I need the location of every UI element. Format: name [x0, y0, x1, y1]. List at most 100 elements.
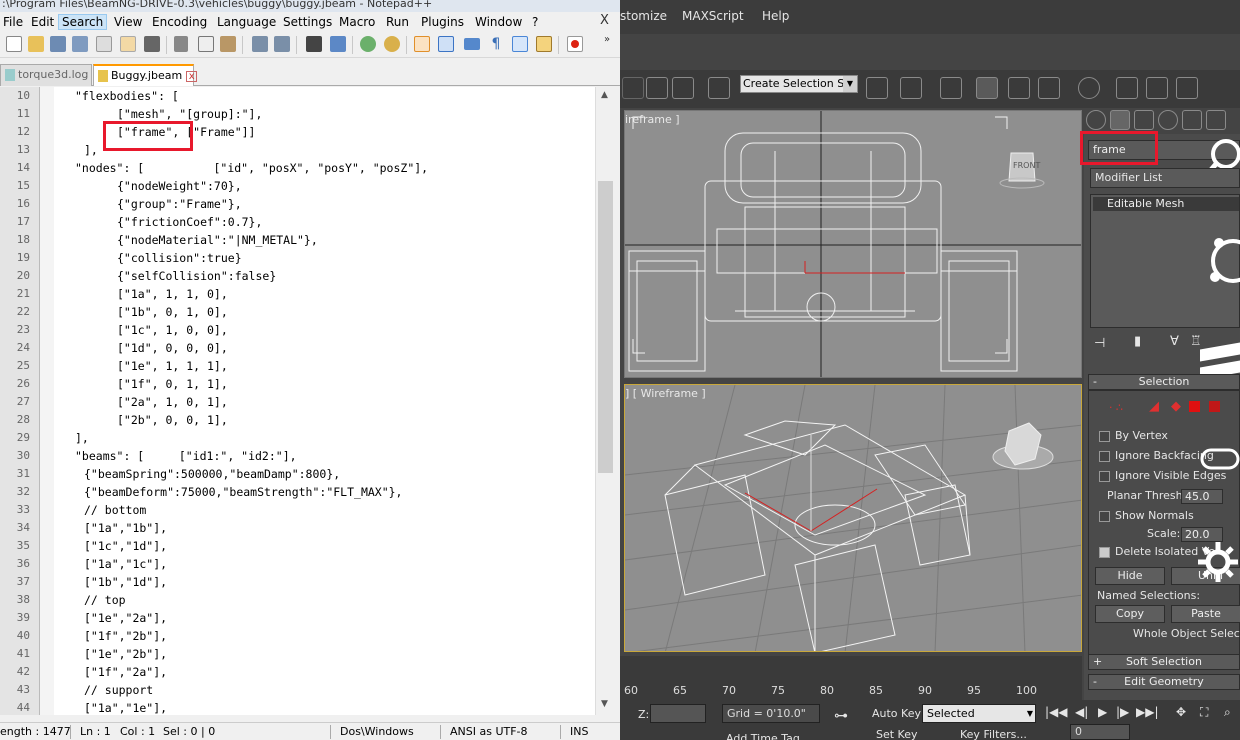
schematic-view-icon[interactable] [1038, 77, 1060, 99]
code-text[interactable]: "flexbodies": [ [75, 87, 179, 105]
pin-stack-icon[interactable]: ⊣ [1094, 336, 1105, 351]
go-to-end-icon[interactable]: ▶▶| [1136, 705, 1159, 719]
word-wrap-icon[interactable] [464, 38, 480, 50]
element-mode-icon[interactable] [1189, 401, 1200, 412]
code-line[interactable]: 33 // bottom [0, 501, 595, 519]
menu-help[interactable]: ? [529, 14, 541, 30]
scrollbar-thumb[interactable] [598, 181, 613, 473]
code-line[interactable]: 28 ["2b", 0, 0, 1], [0, 411, 595, 429]
code-text[interactable]: {"nodeMaterial":"|NM_METAL"}, [117, 231, 318, 249]
menu-view[interactable]: View [111, 14, 145, 30]
code-line[interactable]: 35 ["1c","1d"], [0, 537, 595, 555]
face-mode-icon[interactable]: ◢ [1149, 399, 1159, 414]
code-text[interactable]: ], [75, 429, 89, 447]
code-text[interactable]: ["1d", 0, 0, 0], [117, 339, 228, 357]
code-line[interactable]: 12 ["frame", ["Frame"]] [0, 123, 595, 141]
viewport-front[interactable]: ireframe ] FRONT [624, 110, 1082, 378]
toolbar-overflow-icon[interactable]: » [604, 34, 610, 45]
z-coord-field[interactable] [650, 704, 706, 723]
vertex-mode-icon[interactable]: · ∴ [1109, 401, 1123, 414]
menu-encoding[interactable]: Encoding [149, 14, 210, 30]
set-key-button[interactable]: Set Key [876, 728, 918, 740]
remove-modifier-icon[interactable]: ♖ [1190, 334, 1202, 349]
code-line[interactable]: 31 {"beamSpring":500000,"beamDamp":800}, [0, 465, 595, 483]
spinner-snap-icon[interactable] [672, 77, 694, 99]
menu-help[interactable]: Help [762, 9, 789, 23]
mesh-mode-icon[interactable] [1209, 401, 1220, 412]
code-line[interactable]: 38 // top [0, 591, 595, 609]
code-text[interactable]: ["1e","2b"], [84, 645, 167, 663]
edit-named-selection-icon[interactable] [708, 77, 730, 99]
code-line[interactable]: 37 ["1b","1d"], [0, 573, 595, 591]
code-text[interactable]: {"beamDeform":75000,"beamStrength":"FLT_… [84, 483, 403, 501]
hierarchy-tab-icon[interactable] [1134, 110, 1154, 130]
open-folder-icon[interactable] [28, 36, 44, 52]
key-filters-button[interactable]: Key Filters... [960, 728, 1027, 740]
code-line[interactable]: 11 ["mesh", "[group]:"], [0, 105, 595, 123]
indent-guide-icon[interactable] [512, 36, 528, 52]
code-line[interactable]: 32 {"beamDeform":75000,"beamStrength":"FL… [0, 483, 595, 501]
code-text[interactable]: ["mesh", "[group]:"], [117, 105, 262, 123]
code-line[interactable]: 41 ["1e","2b"], [0, 645, 595, 663]
menu-plugins[interactable]: Plugins [418, 14, 467, 30]
code-text[interactable]: // bottom [84, 501, 146, 519]
code-text[interactable]: ["1c", 1, 0, 0], [117, 321, 228, 339]
play-icon[interactable]: ▶ [1098, 705, 1107, 719]
undo-icon[interactable] [252, 36, 268, 52]
close-file-icon[interactable] [96, 36, 112, 52]
next-frame-icon[interactable]: |▶ [1116, 705, 1129, 719]
code-line[interactable]: 10 "flexbodies": [ [0, 87, 595, 105]
code-editor[interactable]: 10 "flexbodies": [11 ["mesh", "[group]:"],… [0, 87, 615, 715]
code-line[interactable]: 36 ["1a","1c"], [0, 555, 595, 573]
code-line[interactable]: 44 ["1a","1e"], [0, 699, 595, 715]
zoom-in-icon[interactable] [360, 36, 376, 52]
tab-buggy-jbeam[interactable]: Buggy.jbeam x [93, 64, 198, 86]
close-all-icon[interactable] [120, 36, 136, 52]
layer-manager-icon[interactable] [940, 77, 962, 99]
code-line[interactable]: 39 ["1e","2a"], [0, 609, 595, 627]
code-text[interactable]: // support [84, 681, 153, 699]
code-text[interactable]: ["1b", 0, 1, 0], [117, 303, 228, 321]
vertical-scrollbar[interactable]: ▲ ▼ [595, 87, 615, 715]
code-text[interactable]: ["1f", 0, 1, 1], [117, 375, 228, 393]
copy-icon[interactable] [198, 36, 214, 52]
code-text[interactable]: ["1e", 1, 1, 1], [117, 357, 228, 375]
auto-key-button[interactable]: Auto Key [872, 707, 921, 720]
curve-editor-icon[interactable] [1008, 77, 1030, 99]
code-text[interactable]: ["1a","1e"], [84, 699, 167, 715]
viewcube-front-label[interactable]: FRONT [1013, 161, 1040, 170]
code-text[interactable]: ["1a","1b"], [84, 519, 167, 537]
make-unique-icon[interactable]: ∀ [1170, 334, 1179, 349]
zoom-out-icon[interactable] [384, 36, 400, 52]
code-text[interactable]: {"nodeWeight":70}, [117, 177, 242, 195]
zoom-extents-icon[interactable]: ⛶ [1200, 705, 1208, 720]
code-line[interactable]: 15 {"nodeWeight":70}, [0, 177, 595, 195]
close-icon[interactable]: X [600, 13, 609, 28]
pan-icon[interactable]: ✥ [1176, 705, 1186, 719]
modifier-list-dropdown[interactable]: Modifier List [1090, 168, 1240, 188]
code-line[interactable]: 43 // support [0, 681, 595, 699]
code-text[interactable]: {"group":"Frame"}, [117, 195, 242, 213]
code-line[interactable]: 25 ["1e", 1, 1, 1], [0, 357, 595, 375]
menu-edit[interactable]: Edit [28, 14, 57, 30]
code-line[interactable]: 21 ["1a", 1, 1, 0], [0, 285, 595, 303]
code-line[interactable]: 20 {"selfCollision":false} [0, 267, 595, 285]
render-setup-icon[interactable] [1116, 77, 1138, 99]
save-icon[interactable] [50, 36, 66, 52]
soft-selection-rollout-header[interactable]: + Soft Selection [1088, 654, 1240, 670]
show-end-result-icon[interactable]: ▮ [1134, 334, 1141, 349]
menu-window[interactable]: Window [472, 14, 525, 30]
utilities-tab-icon[interactable] [1206, 110, 1226, 130]
code-text[interactable]: ["1a", 1, 1, 0], [117, 285, 228, 303]
copy-button[interactable]: Copy [1095, 605, 1165, 623]
modifier-stack[interactable]: Editable Mesh [1090, 194, 1240, 328]
modify-tab-icon[interactable] [1110, 110, 1130, 130]
code-text[interactable]: // top [84, 591, 126, 609]
code-line[interactable]: 23 ["1c", 1, 0, 0], [0, 321, 595, 339]
named-selection-set-dropdown[interactable]: Create Selection Se ▼ [740, 75, 858, 93]
time-slider-track[interactable]: 60 65 70 75 80 85 90 95 100 [620, 656, 1082, 700]
code-text[interactable]: ], [84, 141, 98, 159]
code-line[interactable]: 19 {"collision":true} [0, 249, 595, 267]
hide-button[interactable]: Hide [1095, 567, 1165, 585]
menu-language[interactable]: Language [214, 14, 279, 30]
